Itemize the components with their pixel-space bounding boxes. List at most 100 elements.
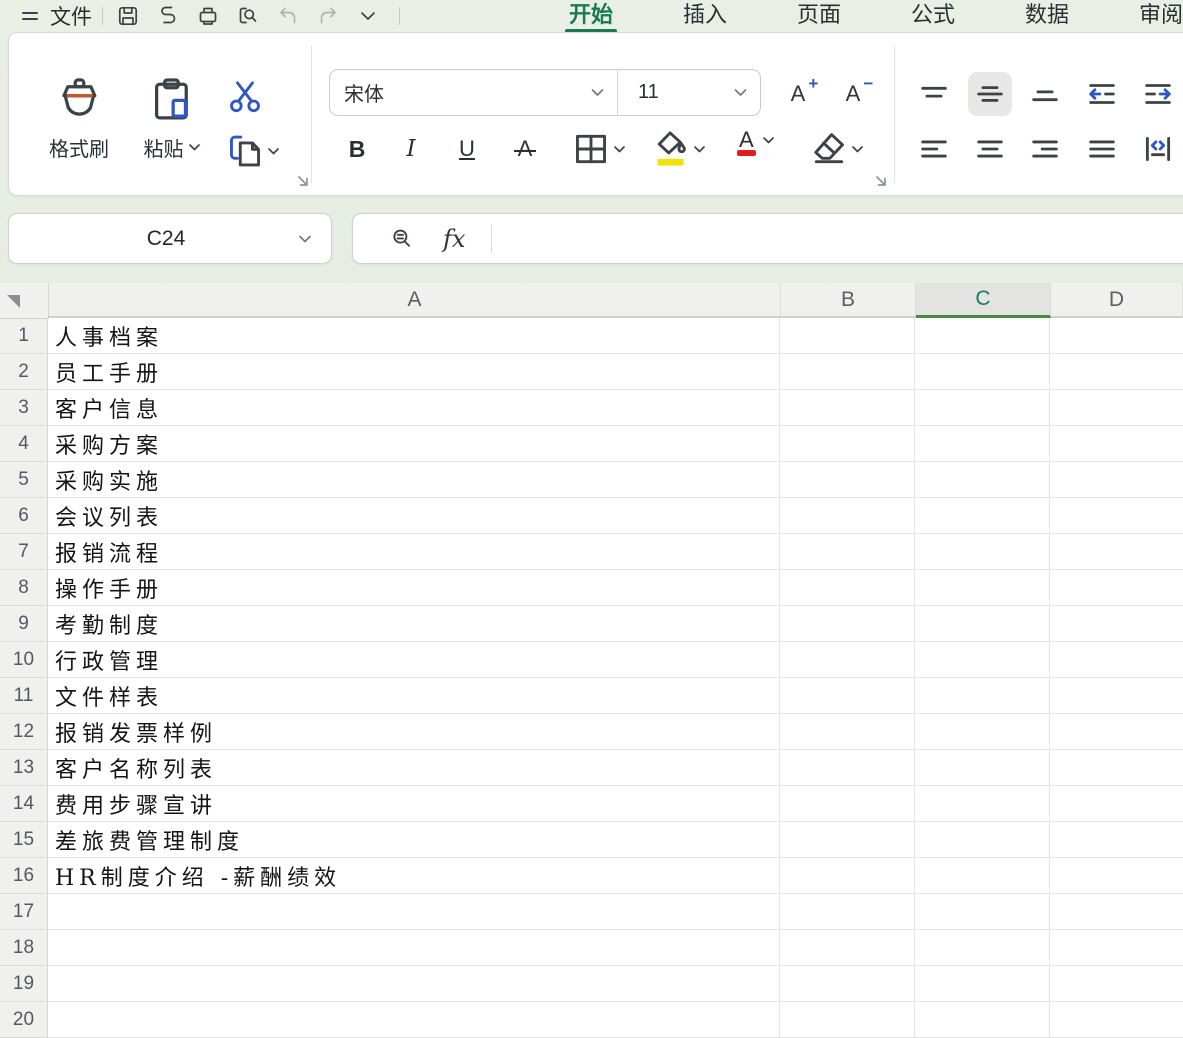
cell-c10[interactable] <box>915 642 1050 678</box>
tab-formulas[interactable]: 公式 <box>876 0 990 32</box>
cell-d1[interactable] <box>1050 318 1183 354</box>
column-header-c[interactable]: C <box>916 283 1051 318</box>
cell-b3[interactable] <box>780 390 915 426</box>
select-all-corner[interactable] <box>0 283 49 319</box>
cell-a9[interactable]: 考勤制度 <box>48 606 780 642</box>
align-left-button[interactable] <box>912 127 956 171</box>
cell-a16[interactable]: HR制度介绍 -薪酬绩效 <box>48 858 780 894</box>
cell-a13[interactable]: 客户名称列表 <box>48 750 780 786</box>
cell-a18[interactable] <box>48 930 780 966</box>
column-header-a[interactable]: A <box>49 283 781 318</box>
increase-font-size-button[interactable]: A + <box>776 72 820 116</box>
cell-d15[interactable] <box>1050 822 1183 858</box>
cell-a8[interactable]: 操作手册 <box>48 570 780 606</box>
row-number[interactable]: 12 <box>0 714 48 750</box>
cell-a4[interactable]: 采购方案 <box>48 426 780 462</box>
cell-b13[interactable] <box>780 750 915 786</box>
row-number[interactable]: 11 <box>0 678 48 714</box>
cell-a20[interactable] <box>48 1002 780 1038</box>
row-number[interactable]: 10 <box>0 642 48 678</box>
tab-data[interactable]: 数据 <box>990 0 1104 32</box>
file-menu-button[interactable]: 文件 <box>50 1 92 31</box>
cell-a11[interactable]: 文件样表 <box>48 678 780 714</box>
cell-c20[interactable] <box>915 1002 1050 1038</box>
cell-b8[interactable] <box>780 570 915 606</box>
cell-a6[interactable]: 会议列表 <box>48 498 780 534</box>
align-right-button[interactable] <box>1023 127 1067 171</box>
italic-button[interactable]: I <box>389 127 433 171</box>
row-number[interactable]: 17 <box>0 894 48 930</box>
row-number[interactable]: 7 <box>0 534 48 570</box>
cell-a17[interactable] <box>48 894 780 930</box>
cell-c2[interactable] <box>915 354 1050 390</box>
font-color-button[interactable]: A <box>731 127 775 156</box>
cell-a1[interactable]: 人事档案 <box>48 318 780 354</box>
tab-page[interactable]: 页面 <box>762 0 876 32</box>
cell-d2[interactable] <box>1050 354 1183 390</box>
font-size-select[interactable]: 11 <box>618 70 760 115</box>
column-header-b[interactable]: B <box>781 283 916 318</box>
cell-d10[interactable] <box>1050 642 1183 678</box>
cell-c7[interactable] <box>915 534 1050 570</box>
cell-c11[interactable] <box>915 678 1050 714</box>
cell-b15[interactable] <box>780 822 915 858</box>
cell-d17[interactable] <box>1050 894 1183 930</box>
cell-d4[interactable] <box>1050 426 1183 462</box>
row-number[interactable]: 3 <box>0 390 48 426</box>
cell-d5[interactable] <box>1050 462 1183 498</box>
bold-button[interactable]: B <box>335 127 379 171</box>
cell-a14[interactable]: 费用步骤宣讲 <box>48 786 780 822</box>
expand-group-icon[interactable] <box>873 173 889 189</box>
cell-d7[interactable] <box>1050 534 1183 570</box>
expand-group-icon[interactable] <box>295 173 311 189</box>
cell-c1[interactable] <box>915 318 1050 354</box>
cell-d3[interactable] <box>1050 390 1183 426</box>
align-bottom-button[interactable] <box>1023 72 1067 116</box>
cell-c9[interactable] <box>915 606 1050 642</box>
cell-b9[interactable] <box>780 606 915 642</box>
row-number[interactable]: 15 <box>0 822 48 858</box>
find-button[interactable] <box>233 1 263 31</box>
cell-d9[interactable] <box>1050 606 1183 642</box>
cell-a12[interactable]: 报销发票样例 <box>48 714 780 750</box>
decrease-indent-button[interactable] <box>1080 72 1124 116</box>
justify-button[interactable] <box>1080 127 1124 171</box>
cell-c17[interactable] <box>915 894 1050 930</box>
cell-c13[interactable] <box>915 750 1050 786</box>
cell-d19[interactable] <box>1050 966 1183 1002</box>
cell-c5[interactable] <box>915 462 1050 498</box>
cell-d11[interactable] <box>1050 678 1183 714</box>
cell-b18[interactable] <box>780 930 915 966</box>
more-commands-button[interactable] <box>353 1 383 31</box>
cell-c3[interactable] <box>915 390 1050 426</box>
cell-b10[interactable] <box>780 642 915 678</box>
cell-b7[interactable] <box>780 534 915 570</box>
cell-d18[interactable] <box>1050 930 1183 966</box>
row-number[interactable]: 20 <box>0 1002 48 1038</box>
cell-b4[interactable] <box>780 426 915 462</box>
undo-button[interactable] <box>273 1 303 31</box>
menu-icon[interactable] <box>20 6 40 26</box>
tab-insert[interactable]: 插入 <box>648 0 762 32</box>
cell-c15[interactable] <box>915 822 1050 858</box>
row-number[interactable]: 5 <box>0 462 48 498</box>
cell-a7[interactable]: 报销流程 <box>48 534 780 570</box>
cell-c12[interactable] <box>915 714 1050 750</box>
increase-indent-button[interactable] <box>1136 72 1180 116</box>
clear-format-button[interactable] <box>807 127 864 171</box>
cell-d14[interactable] <box>1050 786 1183 822</box>
cell-b14[interactable] <box>780 786 915 822</box>
align-middle-button[interactable] <box>968 72 1012 116</box>
cell-a5[interactable]: 采购实施 <box>48 462 780 498</box>
cell-b17[interactable] <box>780 894 915 930</box>
cell-d8[interactable] <box>1050 570 1183 606</box>
row-number[interactable]: 19 <box>0 966 48 1002</box>
redo-button[interactable] <box>313 1 343 31</box>
paste-button[interactable]: 粘贴 <box>129 63 215 173</box>
cell-d16[interactable] <box>1050 858 1183 894</box>
row-number[interactable]: 1 <box>0 318 48 354</box>
cell-b20[interactable] <box>780 1002 915 1038</box>
row-number[interactable]: 2 <box>0 354 48 390</box>
cell-c4[interactable] <box>915 426 1050 462</box>
save-button[interactable] <box>113 1 143 31</box>
